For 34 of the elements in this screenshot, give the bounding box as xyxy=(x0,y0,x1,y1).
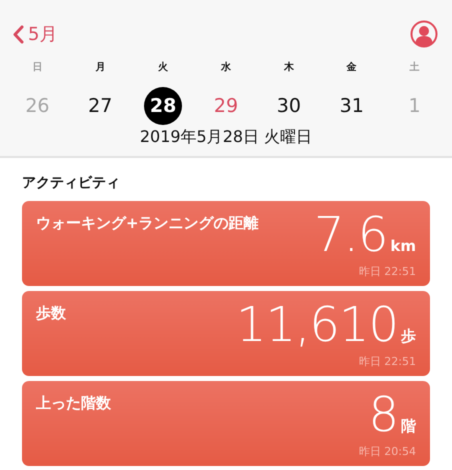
back-button[interactable]: 5月 xyxy=(13,22,58,46)
calendar-day[interactable]: 30 xyxy=(270,87,308,125)
calendar-day[interactable]: 29 xyxy=(206,87,245,125)
updated-time: 昨日 20:54 xyxy=(358,444,416,459)
weekday-label: 月 xyxy=(95,61,106,75)
weekday-label: 水 xyxy=(220,60,231,75)
calendar-day[interactable]: 31 xyxy=(332,87,371,125)
metric-value: 11,610 xyxy=(236,300,398,350)
chevron-left-icon xyxy=(13,24,24,44)
activity-card[interactable]: ウォーキング+ランニングの距離 7.6 km 昨日 22:51 xyxy=(22,201,430,286)
profile-icon[interactable] xyxy=(410,20,438,48)
card-label: 上った階数 xyxy=(36,394,111,414)
metric-unit: km xyxy=(390,237,416,255)
weekday-label: 土 xyxy=(410,60,420,75)
card-label: 歩数 xyxy=(36,304,66,324)
weekday-label: 木 xyxy=(284,60,294,75)
weekday-label: 火 xyxy=(158,60,168,75)
weekday-label: 金 xyxy=(346,60,357,75)
card-label: ウォーキング+ランニングの距離 xyxy=(36,214,259,234)
weekday-label: 日 xyxy=(32,61,42,75)
section-title: アクティビティ xyxy=(22,174,120,192)
updated-time: 昨日 22:51 xyxy=(358,354,416,369)
calendar-day[interactable]: 26 xyxy=(18,87,56,125)
activity-card[interactable]: 上った階数 8 階 昨日 20:54 xyxy=(22,381,430,466)
activity-card[interactable]: 歩数 11,610 歩 昨日 22:51 xyxy=(22,291,430,376)
metric-unit: 歩 xyxy=(401,327,416,346)
metric-unit: 階 xyxy=(401,417,416,436)
updated-time: 昨日 22:51 xyxy=(358,264,416,279)
metric-value: 8 xyxy=(368,390,398,440)
selected-date: 2019年5月28日 火曜日 xyxy=(140,127,312,148)
calendar-day[interactable]: 1 xyxy=(396,87,434,125)
calendar-day[interactable]: 28 xyxy=(144,87,182,125)
calendar-day[interactable]: 27 xyxy=(81,87,120,125)
metric-value: 7.6 xyxy=(314,210,388,260)
